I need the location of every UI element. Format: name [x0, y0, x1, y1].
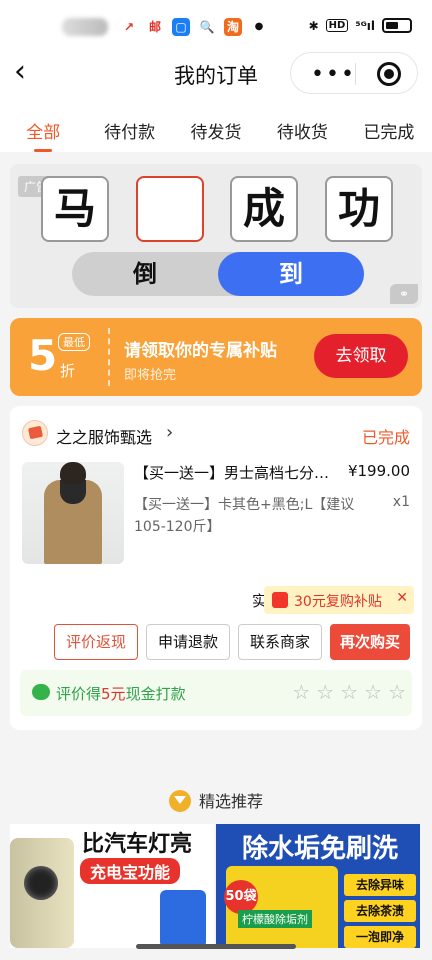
wechat-pay-icon [32, 684, 50, 700]
buy-again-button[interactable]: 再次购买 [330, 624, 410, 660]
hd-icon: HD [325, 19, 349, 32]
contact-seller-button[interactable]: 联系商家 [238, 624, 322, 660]
subsidy-coupon: 5 最低 折 请领取你的专属补贴 即将抢完 去领取 [10, 318, 422, 396]
ad-char-4: 功 [325, 176, 393, 242]
dot-icon: ● [254, 21, 264, 32]
coupon-subtitle: 即将抢完 [124, 368, 177, 383]
ad-answer-toggle: 倒 到 [72, 252, 364, 296]
review-reward-text: 评价得5元现金打款 [56, 683, 186, 704]
diamond-icon [168, 790, 191, 812]
pack-count-badge: 50袋 [224, 880, 258, 914]
tab-completed[interactable]: 已完成 [346, 100, 432, 152]
coupon-amount: 5 [28, 331, 58, 380]
feature-tag: 去除茶渍 [344, 900, 416, 922]
product-quantity: x1 [392, 494, 410, 510]
coupon-min-label: 最低 [58, 333, 90, 351]
star-icon[interactable]: ☆ [364, 680, 382, 704]
recommend-right-headline: 除水垢免刷洗 [241, 834, 398, 864]
recommend-heading: 精选推荐 [0, 788, 432, 812]
link-icon[interactable]: ⚭ [390, 284, 418, 304]
ad-char-1: 马 [41, 176, 109, 242]
system-icons: ✱ HD ⁵ᴳıl [309, 18, 412, 33]
order-card: 之之服饰甄选 › 已完成 【买一送一】男士高档七分… ¥199.00 【买一送一… [10, 406, 422, 730]
order-tabs: 全部 待付款 待发货 待收货 已完成 [0, 100, 432, 152]
coupon-title: 请领取你的专属补贴 [124, 341, 277, 361]
chevron-right-icon[interactable]: › [166, 422, 173, 443]
rating-stars: ☆ ☆ ☆ ☆ ☆ [292, 680, 406, 704]
coupon-icon [272, 592, 288, 608]
tab-pending-payment[interactable]: 待付款 [86, 100, 172, 152]
product-image[interactable] [22, 462, 124, 564]
home-indicator[interactable] [136, 944, 296, 949]
star-icon[interactable]: ☆ [388, 680, 406, 704]
shop-name[interactable]: 之之服饰甄选 [56, 424, 152, 448]
star-icon[interactable]: ☆ [292, 680, 310, 704]
tab-pending-receipt[interactable]: 待收货 [259, 100, 345, 152]
refund-button[interactable]: 申请退款 [146, 624, 230, 660]
ad-option-2[interactable]: 到 [218, 252, 364, 296]
status-time [62, 18, 108, 36]
ad-char-3: 成 [230, 176, 298, 242]
more-icon[interactable]: ••• [311, 62, 356, 87]
phone-image [160, 890, 206, 948]
shop-avatar[interactable] [22, 420, 48, 446]
coupon-divider [108, 328, 110, 386]
close-mini-program-icon[interactable] [377, 62, 401, 86]
order-status: 已完成 [361, 428, 410, 447]
battery-icon [382, 18, 412, 33]
notification-icons: ↗ 邮 ▢ 🔍 淘 ● [120, 18, 268, 36]
app-icon: ▢ [172, 18, 190, 36]
star-icon[interactable]: ☆ [316, 680, 334, 704]
capsule-divider [355, 63, 356, 85]
nav-bar: ‹ 我的订单 ••• [0, 48, 432, 100]
trend-icon: ↗ [123, 20, 135, 34]
ad-option-1[interactable]: 倒 [72, 252, 218, 296]
product-title[interactable]: 【买一送一】男士高档七分… [134, 462, 344, 483]
tab-pending-shipment[interactable]: 待发货 [173, 100, 259, 152]
review-reward-suffix: 现金打款 [125, 685, 186, 703]
mail-app-icon: 邮 [148, 20, 161, 34]
review-cashback-button[interactable]: 评价返现 [54, 624, 138, 660]
review-reward-prefix: 评价得 [56, 685, 102, 703]
recommend-left-badge: 充电宝功能 [80, 858, 181, 884]
pack-name: 柠檬酸除垢剂 [238, 910, 312, 928]
recommend-item-flashlight[interactable]: 比汽车灯亮 充电宝功能 [10, 824, 214, 948]
review-reward-amount: 5元 [101, 685, 126, 703]
signal-icon: ⁵ᴳıl [355, 18, 375, 33]
coupon-unit: 折 [60, 362, 76, 380]
recommend-title: 精选推荐 [198, 792, 263, 811]
recommend-left-headline: 比汽车灯亮 [82, 832, 193, 857]
recommend-item-descaler[interactable]: 除水垢免刷洗 50袋 柠檬酸除垢剂 去除异味 去除茶渍 一泡即净 [216, 824, 420, 948]
feature-tag: 一泡即净 [344, 926, 416, 948]
search-app-icon: 🔍 [199, 20, 215, 34]
status-bar: ↗ 邮 ▢ 🔍 淘 ● ✱ HD ⁵ᴳıl [0, 0, 432, 48]
ad-banner[interactable]: 广告 马 成 功 倒 到 ⚭ [10, 164, 422, 308]
claim-button[interactable]: 去领取 [314, 334, 408, 378]
flashlight-image [10, 838, 74, 948]
taobao-icon: 淘 [224, 18, 242, 36]
product-price: ¥199.00 [347, 462, 410, 480]
review-reward-bar[interactable]: 评价得5元现金打款 ☆ ☆ ☆ ☆ ☆ [20, 670, 412, 716]
bluetooth-icon: ✱ [308, 18, 319, 33]
mini-program-capsule: ••• [290, 52, 418, 94]
product-spec: 【买一送一】卡其色+黑色;L【建议105-120斤】 [134, 497, 355, 535]
repurchase-subsidy-tooltip: 30元复购补贴 ✕ [264, 586, 414, 614]
repurchase-tip-text: 30元复购补贴 [294, 594, 382, 610]
star-icon[interactable]: ☆ [340, 680, 358, 704]
feature-tag: 去除异味 [344, 874, 416, 896]
ad-char-blank [136, 176, 204, 242]
close-icon[interactable]: ✕ [396, 590, 408, 606]
tab-all[interactable]: 全部 [0, 100, 86, 152]
